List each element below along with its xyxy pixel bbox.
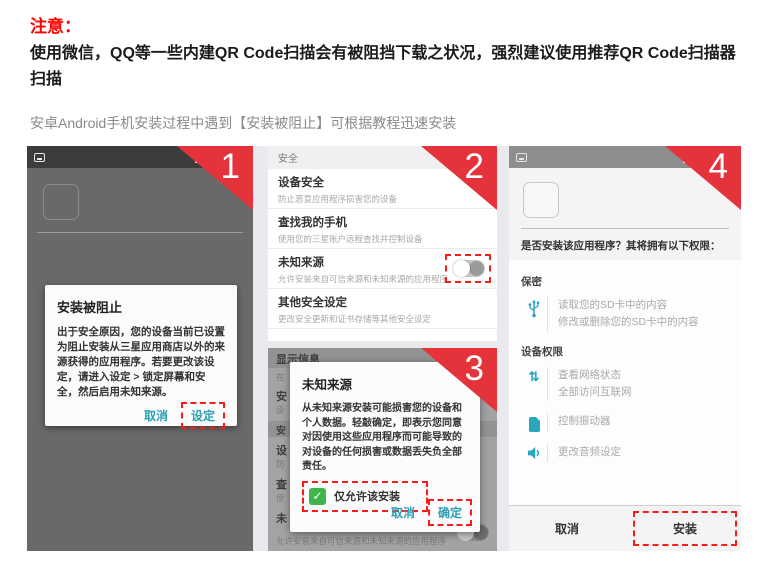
- install-button[interactable]: 安装: [633, 511, 737, 546]
- screenshot-icon: [34, 153, 45, 162]
- permission-row: ⇅ 查看网络状态 全部访问互联网: [521, 367, 729, 402]
- cancel-button[interactable]: 取消: [383, 501, 423, 524]
- permission-line: 读取您的SD卡中的内容: [558, 297, 699, 314]
- install-button-area[interactable]: 安装: [625, 506, 741, 551]
- screenshot-step-1: 1 4G 7:4 安装被阻止 出于安全原因，您的设备当前已设置为阻止安装从三星应…: [27, 146, 253, 551]
- dialog-title: 安装被阻止: [57, 297, 225, 316]
- ok-button[interactable]: 确定: [428, 499, 472, 526]
- bg-item-title: 设: [276, 442, 287, 458]
- network-arrows-icon: ⇅: [521, 367, 547, 402]
- item-title: 其他安全设定: [278, 294, 487, 310]
- bg-section-band: 安: [276, 422, 286, 437]
- divider: [37, 232, 243, 233]
- cancel-button[interactable]: 取消: [509, 506, 625, 551]
- bg-item-subtitle: 使: [276, 492, 285, 504]
- permission-line: 更改音频设定: [558, 444, 621, 461]
- bg-item-title: 查: [276, 476, 287, 492]
- toggle-highlight-box: [445, 254, 491, 283]
- permission-line: 全部访问互联网: [558, 384, 632, 401]
- step-number-badge: 3: [465, 349, 484, 389]
- section-heading-privacy: 保密: [521, 274, 729, 289]
- step-number-badge: 1: [221, 147, 240, 187]
- speaker-icon: [521, 444, 547, 461]
- permission-row: 读取您的SD卡中的内容 修改或删除您的SD卡中的内容: [521, 297, 729, 332]
- screenshot-step-4: 1 4G 7:4 是否安装该应用程序？其将拥有以下权限： 保密 读取您的SD卡: [509, 146, 741, 551]
- permission-line: 控制振动器: [558, 413, 611, 430]
- vibrate-icon: [521, 413, 547, 432]
- notice-label: 注意：: [30, 12, 81, 37]
- install-question: 是否安装该应用程序？其将拥有以下权限：: [521, 238, 731, 253]
- item-title: 查找我的手机: [278, 214, 487, 230]
- bg-item-title: 未: [276, 510, 287, 526]
- step-corner-ribbon: [177, 146, 253, 210]
- screenshot-step-3: 显示信息 在 安 设 安 设 防 查 使 未 允许安装来自可信来源和未知来源的应…: [268, 348, 497, 551]
- permission-row: 更改音频设定: [521, 444, 729, 461]
- section-heading-device: 设备权限: [521, 344, 729, 359]
- tutorial-subtitle: 安卓Android手机安装过程中遇到【安装被阻止】可根据教程迅速安装: [30, 113, 456, 133]
- settings-item-find-my-phone[interactable]: 查找我的手机 使用您的三星账户远程查找并控制设备: [268, 209, 497, 249]
- permission-row: 控制振动器: [521, 413, 729, 432]
- dialog-button-bar: 取消 安装: [509, 505, 741, 551]
- item-subtitle: 使用您的三星账户远程查找并控制设备: [278, 233, 487, 245]
- bg-item-title: 安: [276, 388, 287, 404]
- bg-item-subtitle: 设: [276, 404, 285, 416]
- bg-item-subtitle: 在: [276, 371, 285, 383]
- permission-line: 修改或删除您的SD卡中的内容: [558, 314, 699, 331]
- install-blocked-dialog: 安装被阻止 出于安全原因，您的设备当前已设置为阻止安装从三星应用商店以外的来源获…: [45, 285, 237, 426]
- settings-item-unknown-sources[interactable]: 未知来源 允许安装来自可信来源和未知来源的应用程序: [268, 249, 497, 289]
- bg-item-subtitle: 允许安装来自可信来源和未知来源的应用程序: [276, 535, 446, 547]
- dialog-body: 从未知来源安装可能损害您的设备和个人数据。轻敲确定，即表示您同意对因使用这些应用…: [302, 402, 468, 475]
- step-number-badge: 2: [465, 147, 484, 187]
- bg-item-subtitle: 防: [276, 458, 285, 470]
- app-icon-placeholder: [523, 182, 559, 218]
- warning-text: 使用微信，QQ等一些内建QR Code扫描会有被阻挡下载之状况，强烈建议使用推荐…: [30, 41, 746, 93]
- step-corner-ribbon: [421, 146, 497, 210]
- step-corner-ribbon: [421, 348, 497, 412]
- divider: [521, 228, 729, 229]
- checked-checkbox-icon[interactable]: ✓: [309, 488, 326, 505]
- settings-button[interactable]: 设定: [181, 402, 225, 429]
- settings-item-other-security[interactable]: 其他安全设定 更改安全更新和证书存储等其他安全设定: [268, 289, 497, 329]
- screenshot-icon: [516, 153, 527, 162]
- screenshot-step-2: 安全 设备安全 防止恶意应用程序损害您的设备 查找我的手机 使用您的三星账户远程…: [268, 146, 497, 341]
- app-icon-placeholder: [43, 184, 79, 220]
- cancel-button[interactable]: 取消: [136, 404, 176, 427]
- permission-line: 查看网络状态: [558, 367, 632, 384]
- dialog-body: 出于安全原因，您的设备当前已设置为阻止安装从三星应用商店以外的来源获得的应用程序…: [57, 325, 225, 400]
- permissions-list: 保密 读取您的SD卡中的内容 修改或删除您的SD卡中的内容 设备权限: [509, 260, 741, 505]
- step-corner-ribbon: [665, 146, 741, 210]
- item-subtitle: 更改安全更新和证书存储等其他安全设定: [278, 313, 487, 325]
- usb-icon: [521, 297, 547, 332]
- step-number-badge: 4: [709, 147, 728, 187]
